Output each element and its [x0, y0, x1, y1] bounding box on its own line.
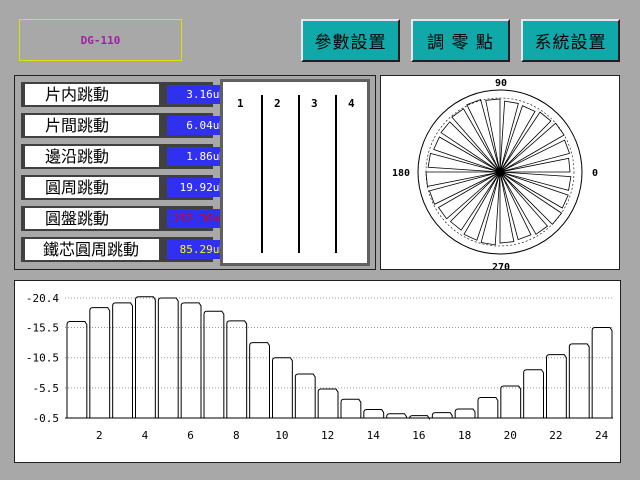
y-tick-label: -0.5 [33, 412, 60, 425]
chart-bar [386, 413, 407, 418]
x-tick-label: 20 [504, 429, 517, 442]
polar-segment [427, 152, 501, 173]
channel-label: 4 [348, 97, 355, 110]
y-tick-label: -5.5 [33, 382, 60, 395]
polar-segment [451, 108, 501, 173]
measurement-row: 圓盤跳動 142.36uM [21, 206, 230, 231]
chart-bar [112, 302, 133, 418]
x-tick-label: 14 [367, 429, 381, 442]
polar-segment [437, 171, 501, 220]
x-tick-label: 6 [187, 429, 194, 442]
polar-segment [499, 171, 572, 191]
polar-plot: 90 180 0 270 [380, 75, 620, 273]
measurement-label: 邊沿跳動 [25, 146, 159, 167]
system-settings-button[interactable]: 系統設置 [521, 19, 620, 62]
polar-segment [485, 98, 501, 173]
measurement-label: 片間跳動 [25, 115, 159, 136]
model-label: DG-110 [19, 19, 182, 61]
channel-divider [298, 95, 300, 253]
polar-label-right: 0 [592, 168, 598, 179]
measurement-row: 圓周跳動 19.92uM [21, 175, 230, 200]
chart-bar [226, 320, 248, 418]
chart-bar [249, 342, 270, 418]
x-tick-label: 18 [458, 429, 471, 442]
polar-segment [499, 122, 565, 173]
polar-label-top: 90 [495, 78, 507, 89]
y-tick-label: -10.5 [26, 352, 59, 365]
chart-bar [317, 388, 339, 418]
x-tick-label: 4 [142, 429, 149, 442]
channel-label: 3 [311, 97, 318, 110]
polar-segment [499, 171, 515, 244]
chart-bar [294, 373, 316, 418]
measurement-row: 片内跳動 3.16uM [21, 82, 230, 107]
parameter-settings-button[interactable]: 參數設置 [301, 19, 400, 62]
polar-segment [499, 100, 519, 173]
x-tick-label: 2 [96, 429, 103, 442]
chart-bar [89, 307, 111, 418]
x-tick-label: 24 [595, 429, 609, 442]
measurement-row: 片間跳動 6.04uM [21, 113, 230, 138]
channel-divider [335, 95, 337, 253]
measurement-row: 鐵芯圓周跳動 85.29uM [21, 237, 230, 262]
x-tick-label: 22 [549, 429, 562, 442]
polar-segment [480, 171, 501, 246]
channel-divider [261, 95, 263, 253]
measurement-row: 邊沿跳動 1.86uM [21, 144, 230, 169]
chart-bar [180, 302, 202, 418]
polar-segment [425, 171, 501, 187]
y-tick-label: -15.5 [26, 322, 59, 335]
measurement-label: 片内跳動 [25, 84, 159, 105]
zero-point-button[interactable]: 調 零 點 [411, 19, 510, 62]
chart-bar [568, 343, 590, 418]
channel-label: 2 [274, 97, 281, 110]
channel-label: 1 [237, 97, 244, 110]
chart-bar [477, 396, 499, 418]
chart-bar [340, 398, 362, 418]
polar-segment [499, 157, 571, 173]
measurement-label: 圓周跳動 [25, 177, 159, 198]
x-tick-label: 16 [412, 429, 425, 442]
polar-label-bottom: 270 [492, 262, 510, 269]
polar-label-left: 180 [392, 168, 410, 179]
polar-segment [499, 171, 549, 235]
chart-bar [500, 385, 522, 418]
measurement-label: 鐵芯圓周跳動 [25, 239, 159, 260]
x-tick-label: 10 [275, 429, 288, 442]
polar-center [496, 168, 504, 176]
chart-bar [546, 354, 567, 418]
chart-bar [363, 409, 385, 418]
x-tick-label: 12 [321, 429, 334, 442]
y-tick-label: -20.4 [26, 292, 59, 305]
chart-bar [431, 412, 453, 418]
chart-bar [591, 327, 613, 418]
channel-panel: 1 2 3 4 [220, 79, 370, 266]
runout-chart: -20.4 -15.5 -10.5 -5.5 -0.5 2 4 6 8 10 12 14 16 18 20 2… [14, 280, 621, 463]
chart-bar [66, 321, 88, 418]
chart-bar [523, 369, 544, 418]
polar-plot-svg: 90 180 0 270 [392, 78, 598, 273]
runout-chart-svg: -20.4-15.5-10.5-5.5-0.52 4 6 8 10 12 14 16 18 20 2… [26, 292, 613, 442]
chart-bar [454, 408, 476, 418]
measurement-label: 圓盤跳動 [25, 208, 159, 229]
x-tick-label: 8 [233, 429, 240, 442]
